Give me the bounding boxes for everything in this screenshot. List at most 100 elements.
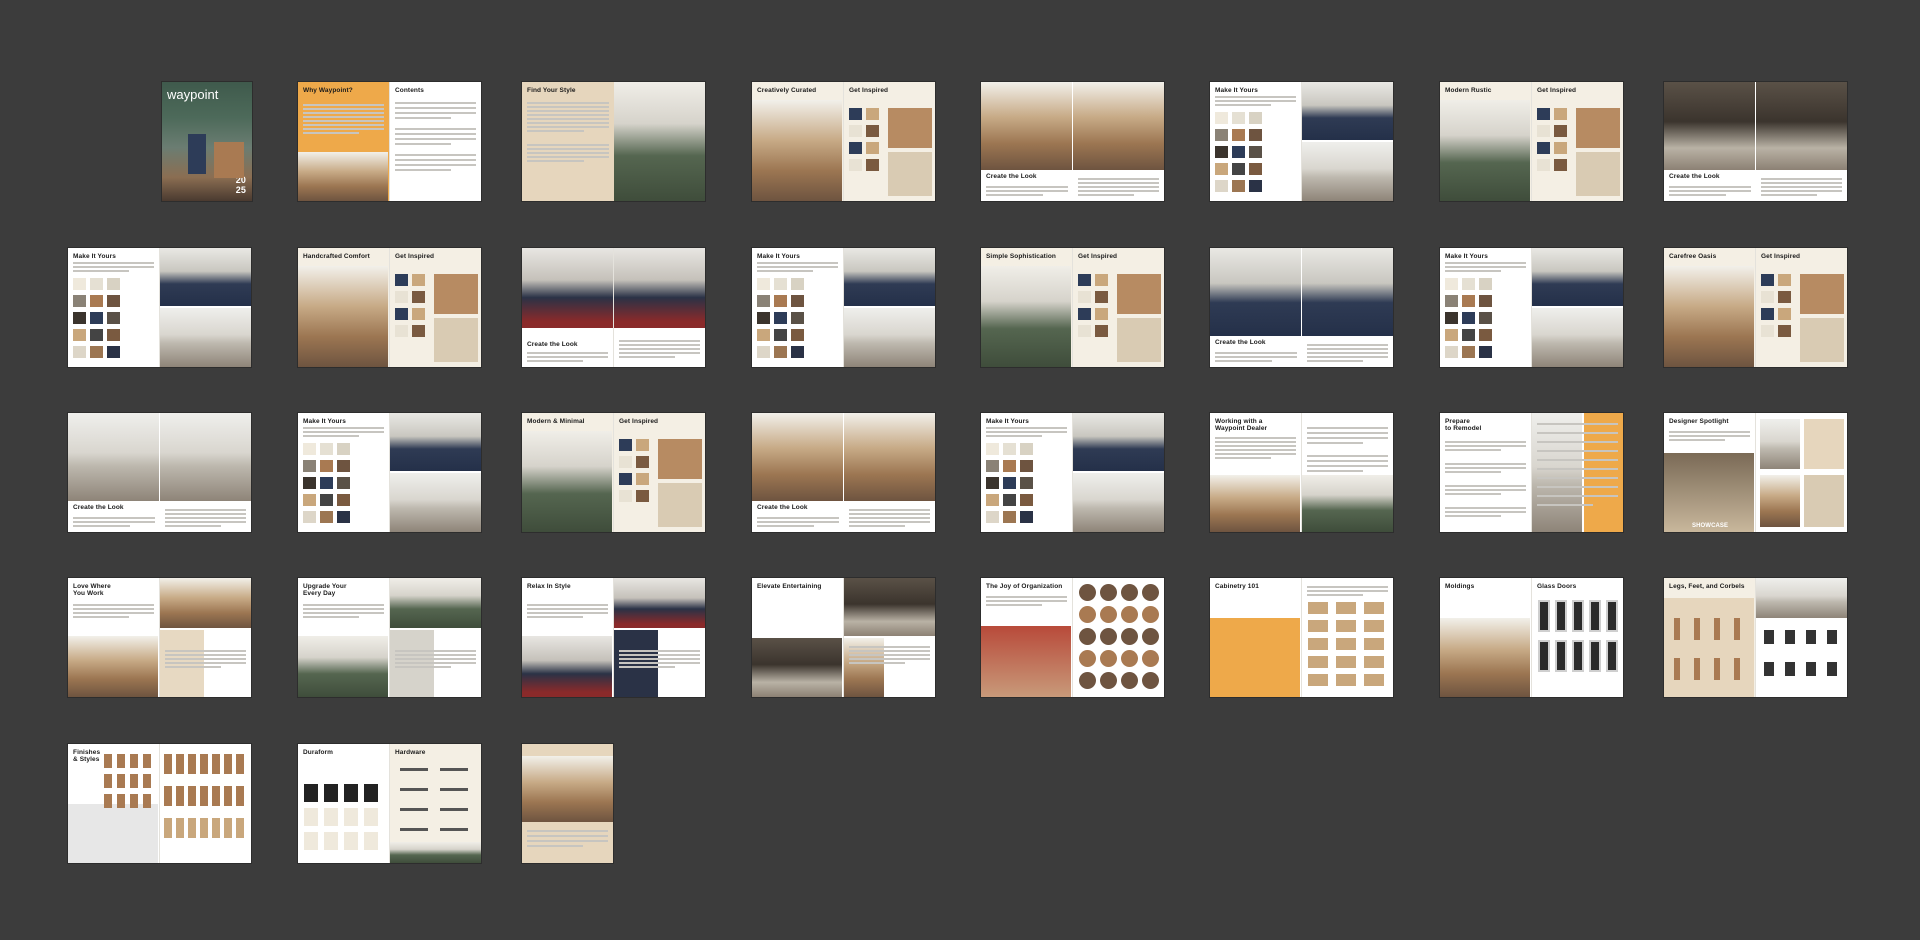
catalog-spread-thumbnail[interactable]: Create the Look (1664, 82, 1847, 201)
text-line (527, 144, 609, 146)
left-page: Cabinetry 101 (1210, 578, 1301, 697)
right-page: Get Inspired (613, 413, 705, 532)
finish-swatch (1095, 308, 1108, 320)
catalog-spread-thumbnail[interactable]: Handcrafted Comfort Get Inspired (298, 248, 481, 367)
photo (188, 134, 206, 174)
finish-swatch (337, 460, 350, 472)
right-page: Get Inspired (389, 248, 481, 367)
finish-swatch (1215, 146, 1228, 158)
catalog-spread-thumbnail[interactable]: Upgrade Your Every Day (298, 578, 481, 697)
catalog-spread-thumbnail[interactable]: Working with a Waypoint Dealer (1210, 413, 1393, 532)
finish-swatch (1479, 312, 1492, 324)
page-heading: Designer Spotlight (1669, 418, 1729, 425)
catalog-spread-thumbnail[interactable]: Cabinetry 101 (1210, 578, 1393, 697)
left-page: Designer Spotlight SHOWCASE (1664, 413, 1755, 532)
text-line (619, 654, 700, 656)
catalog-spread-thumbnail[interactable]: Simple Sophistication Get Inspired (981, 248, 1164, 367)
right-page (1301, 578, 1393, 697)
page-heading: Elevate Entertaining (757, 583, 822, 590)
text-line (1537, 468, 1618, 470)
catalog-spread-thumbnail[interactable]: Make It Yours (981, 413, 1164, 532)
photo (1364, 656, 1384, 668)
catalog-spread-thumbnail[interactable]: Creatively Curated Get Inspired (752, 82, 935, 201)
catalog-spread-thumbnail[interactable]: Modern & Minimal Get Inspired (522, 413, 705, 532)
right-page (1072, 82, 1164, 201)
catalog-spread-thumbnail[interactable]: Duraform Hardware (298, 744, 481, 863)
catalog-spread-thumbnail[interactable]: Legs, Feet, and Corbels (1664, 578, 1847, 697)
text-line (395, 138, 476, 140)
finish-swatch (395, 274, 408, 286)
catalog-spread-thumbnail[interactable]: Why Waypoint? Contents (298, 82, 481, 201)
catalog-spread-thumbnail[interactable]: Create the Look (752, 413, 935, 532)
finish-swatch (1078, 325, 1091, 337)
photo (164, 754, 172, 774)
catalog-spread-thumbnail[interactable]: Make It Yours (298, 413, 481, 532)
text-line (395, 117, 451, 119)
photo (1364, 602, 1384, 614)
text-line (1445, 485, 1526, 487)
catalog-spread-thumbnail[interactable]: Create the Look (981, 82, 1164, 201)
text-line (757, 517, 839, 519)
right-page (1755, 413, 1847, 532)
photo (212, 818, 220, 838)
photo (143, 794, 151, 808)
text-line (395, 154, 476, 156)
text-line (1077, 194, 1134, 196)
catalog-spread-thumbnail[interactable]: Create the Look (68, 413, 251, 532)
catalog-spread-thumbnail[interactable]: Finishes & Styles (68, 744, 251, 863)
catalog-spread-thumbnail[interactable]: Love Where You Work (68, 578, 251, 697)
catalog-spread-thumbnail[interactable]: Make It Yours (1440, 248, 1623, 367)
text-line (1537, 441, 1618, 443)
text-line (1306, 344, 1388, 346)
text-line (303, 116, 384, 118)
finish-swatch (1537, 142, 1550, 154)
finish-swatch (619, 473, 632, 485)
catalog-spread-thumbnail[interactable]: Prepare to Remodel (1440, 413, 1623, 532)
text-line (73, 604, 154, 606)
text-line (619, 344, 700, 346)
text-line (527, 156, 609, 158)
text-line (527, 114, 609, 116)
finish-swatch (774, 312, 787, 324)
finish-swatch (1761, 325, 1774, 337)
photo (1760, 475, 1800, 527)
finish-swatch (107, 329, 120, 341)
catalog-spread-thumbnail[interactable]: Create the Look (522, 248, 705, 367)
catalog-spread-viewer: waypoint 20 25 Why Waypoint? Contents Find Y… (0, 0, 1920, 940)
catalog-spread-thumbnail[interactable]: Elevate Entertaining (752, 578, 935, 697)
photo (843, 413, 935, 501)
text-line (165, 662, 246, 664)
right-page (1072, 578, 1164, 697)
photo (117, 754, 125, 768)
photo: SHOWCASE (1664, 453, 1754, 532)
catalog-spread-thumbnail[interactable]: Create the Look (1210, 248, 1393, 367)
page-heading: Make It Yours (1445, 253, 1488, 260)
text-line (73, 521, 155, 523)
catalog-spread-thumbnail[interactable]: Carefree Oasis Get Inspired (1664, 248, 1847, 367)
photo (160, 308, 251, 367)
catalog-spread-thumbnail[interactable]: The Joy of Organization (981, 578, 1164, 697)
photo (188, 754, 196, 774)
left-page: Make It Yours (298, 413, 389, 532)
text-line (619, 340, 700, 342)
finish-swatch (1249, 163, 1262, 175)
finish-swatch (1537, 125, 1550, 137)
catalog-spread-thumbnail[interactable]: Designer Spotlight SHOWCASE (1664, 413, 1847, 532)
catalog-spread-thumbnail[interactable]: Make It Yours (68, 248, 251, 367)
photo (1336, 638, 1356, 650)
catalog-spread-thumbnail[interactable]: Relax In Style (522, 578, 705, 697)
catalog-spread-thumbnail[interactable]: Modern Rustic Get Inspired (1440, 82, 1623, 201)
photo (1694, 618, 1700, 640)
right-page (159, 413, 251, 532)
finish-swatch (1249, 129, 1262, 141)
catalog-spread-thumbnail[interactable]: Make It Yours (752, 248, 935, 367)
text-line (1537, 432, 1618, 434)
catalog-spread-thumbnail[interactable]: Find Your Style (522, 82, 705, 201)
photo (1079, 628, 1096, 645)
catalog-spread-thumbnail[interactable]: Make It Yours (1210, 82, 1393, 201)
catalog-cover-thumbnail[interactable]: waypoint 20 25 (162, 82, 252, 201)
photo (1694, 658, 1700, 680)
catalog-spread-thumbnail[interactable]: Moldings Glass Doors (1440, 578, 1623, 697)
catalog-back-cover-thumbnail[interactable] (522, 744, 613, 863)
text-line (1669, 435, 1750, 437)
